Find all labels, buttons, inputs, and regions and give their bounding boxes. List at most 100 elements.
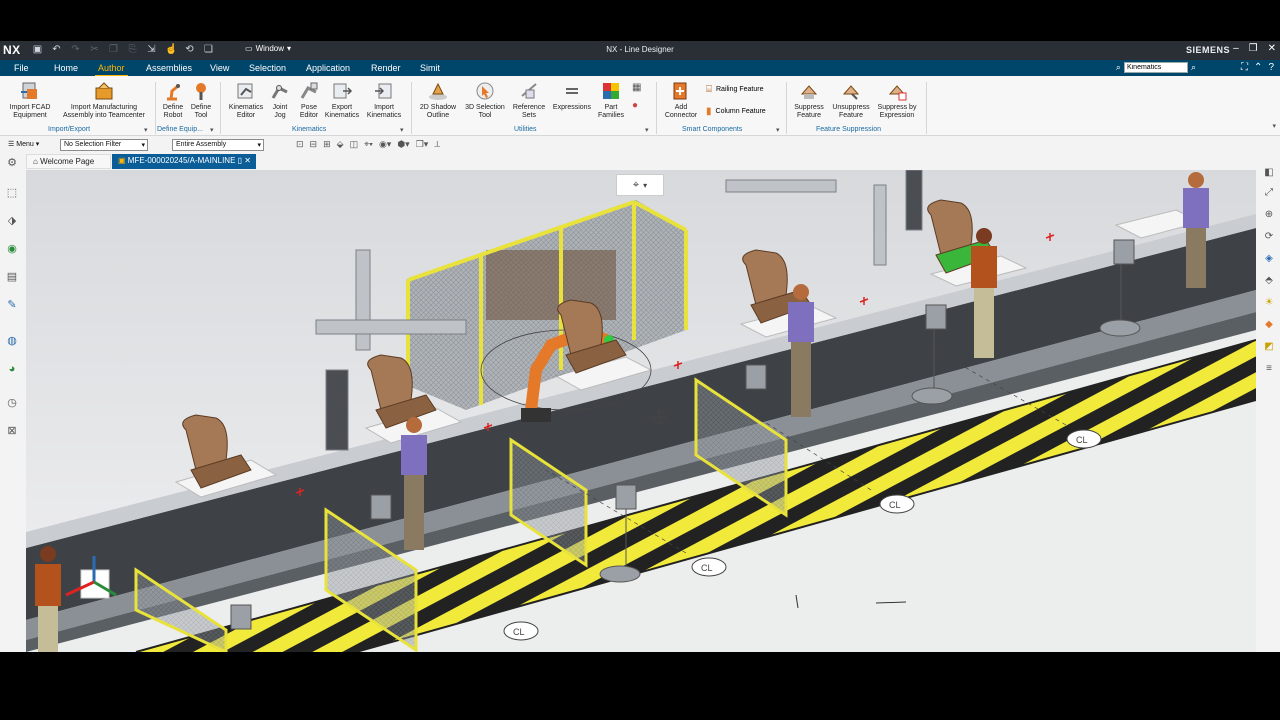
- tab-home[interactable]: Home: [54, 63, 78, 73]
- zoom-icon[interactable]: ⊕: [1262, 209, 1276, 223]
- pose-editor-icon: [300, 82, 318, 99]
- ribbon-separator: [656, 82, 657, 134]
- joint-jog-button[interactable]: Joint Jog: [268, 80, 292, 120]
- face-select-icon[interactable]: ◫: [350, 139, 359, 150]
- expressions-button[interactable]: Expressions: [550, 80, 594, 112]
- define-tool-button[interactable]: Define Tool: [187, 80, 215, 120]
- view-orient-icon[interactable]: ◧: [1262, 167, 1276, 181]
- selection-filter-dropdown[interactable]: No Selection Filter ▾: [60, 139, 148, 151]
- tab-view[interactable]: View: [210, 63, 229, 73]
- unsuppress-feature-button[interactable]: Unsuppress Feature: [829, 80, 873, 120]
- fullscreen-icon[interactable]: ⛶: [1241, 62, 1248, 73]
- unsuppress-icon: [842, 85, 860, 100]
- add-connector-button[interactable]: Add Connector: [660, 80, 702, 120]
- railing-feature-button[interactable]: ⌸ Railing Feature: [706, 84, 763, 95]
- select-all-icon[interactable]: ⊟: [310, 139, 318, 150]
- restore-button[interactable]: ❐: [1249, 43, 1258, 54]
- system-materials-icon[interactable]: ⊠: [5, 424, 19, 438]
- tab-mainline-part[interactable]: ▣ MFE-000020245/A-MAINLINE ▯ ✕: [112, 154, 256, 169]
- suppress-by-expression-button[interactable]: Suppress by Expression: [874, 80, 920, 120]
- ribbon-more-icon[interactable]: ▾: [1272, 122, 1276, 130]
- assembly-navigator-icon[interactable]: ⬚: [5, 186, 19, 200]
- 3d-selection-tool-button[interactable]: 3D Selection Tool: [461, 80, 509, 120]
- rotate-view-icon[interactable]: ⟳: [1262, 231, 1276, 245]
- siemens-logo: SIEMENS: [1185, 45, 1230, 55]
- constraint-navigator-icon[interactable]: ▤: [5, 270, 19, 284]
- command-search-input[interactable]: [1123, 62, 1188, 73]
- pin-icon[interactable]: ▯: [238, 156, 242, 165]
- graphics-window[interactable]: CL CL CL CL ⌖ ▾: [26, 170, 1256, 652]
- body-select-icon[interactable]: ⬙: [337, 139, 344, 150]
- import-fcad-icon: [21, 82, 37, 99]
- robot-icon: [167, 84, 180, 101]
- part-navigator-icon[interactable]: ⬗: [5, 214, 19, 228]
- magnifier-icon[interactable]: ⌕: [1191, 62, 1196, 73]
- chevron-down-icon: ▾: [643, 180, 648, 190]
- material-icon[interactable]: ●: [632, 100, 638, 111]
- define-robot-button[interactable]: Define Robot: [158, 80, 188, 120]
- tab-application[interactable]: Application: [306, 63, 350, 73]
- snap-point-icon[interactable]: ⌖▾: [364, 139, 373, 150]
- crosshair-icon: ⌖: [632, 178, 640, 191]
- selection-toolbar: ☰ Menu ▾ No Selection Filter ▾ Entire Ass…: [0, 137, 1280, 152]
- shading-icon[interactable]: ◉▾: [379, 139, 391, 150]
- tab-assemblies[interactable]: Assemblies: [146, 63, 192, 73]
- measure-icon[interactable]: ⟂: [434, 139, 440, 150]
- gear-icon[interactable]: ⚙: [5, 156, 19, 170]
- clock-icon[interactable]: ◷: [5, 396, 19, 410]
- column-feature-button[interactable]: ▮ Column Feature: [706, 106, 766, 117]
- web-browser-icon[interactable]: ◍: [5, 334, 19, 348]
- 2d-shadow-outline-button[interactable]: 2D Shadow Outline: [416, 80, 460, 120]
- snap-tools: ⊡ ⊟ ⊞ ⬙ ◫ ⌖▾ ◉▾ ⬢▾ ❒▾ ⟂: [296, 139, 440, 150]
- command-search: ⌕ ⌕: [1116, 62, 1196, 73]
- display-mode-icon[interactable]: ⬢▾: [397, 139, 409, 150]
- history-icon[interactable]: ◕: [5, 362, 19, 376]
- export-kinematics-button[interactable]: Export Kinematics: [323, 80, 361, 120]
- material-icon[interactable]: ◆: [1262, 319, 1276, 333]
- group-expander-icon: ▾: [400, 127, 404, 134]
- minimize-button[interactable]: –: [1233, 43, 1239, 54]
- reuse-library-icon[interactable]: ◉: [5, 242, 19, 256]
- menu-button[interactable]: ☰ Menu ▾: [8, 140, 39, 148]
- render-style-icon[interactable]: ◈: [1262, 253, 1276, 267]
- more-tools-icon[interactable]: ≡: [1262, 363, 1276, 377]
- close-button[interactable]: ✕: [1268, 43, 1276, 54]
- reference-sets-button[interactable]: Reference Sets: [510, 80, 548, 120]
- tab-render[interactable]: Render: [371, 63, 401, 73]
- part-families-icon: [603, 83, 619, 99]
- tab-selection[interactable]: Selection: [249, 63, 286, 73]
- layer-icon[interactable]: ❒▾: [416, 139, 429, 150]
- import-fcad-equipment-button[interactable]: Import FCAD Equipment: [8, 80, 52, 120]
- roles-icon[interactable]: ✎: [5, 298, 19, 312]
- column-icon: ▮: [706, 106, 712, 117]
- collapse-ribbon-icon[interactable]: ⌃: [1254, 62, 1262, 73]
- 3d-scene[interactable]: CL CL CL CL: [26, 170, 1256, 652]
- tab-author[interactable]: Author: [95, 63, 128, 77]
- tab-simit[interactable]: Simit: [420, 63, 440, 73]
- lighting-icon[interactable]: ☀: [1262, 297, 1276, 311]
- filter-icon[interactable]: ⊡: [296, 139, 304, 150]
- import-kinematics-button[interactable]: Import Kinematics: [364, 80, 404, 120]
- section-icon[interactable]: ◩: [1262, 341, 1276, 355]
- snap-point-popup[interactable]: ⌖ ▾: [616, 174, 664, 196]
- group-define-equipment: Define Equip...: [157, 126, 203, 133]
- feature-select-icon[interactable]: ⊞: [323, 139, 331, 150]
- tab-file[interactable]: File: [14, 63, 29, 73]
- help-icon[interactable]: ?: [1268, 62, 1274, 73]
- import-manufacturing-assembly-button[interactable]: Import Manufacturing Assembly into Teamce…: [58, 80, 150, 120]
- tab-welcome-page[interactable]: ⌂ Welcome Page: [26, 154, 111, 169]
- ribbon-separator: [155, 82, 156, 134]
- kinematics-editor-button[interactable]: Kinematics Editor: [226, 80, 266, 120]
- orient-icon[interactable]: ⬘: [1262, 275, 1276, 289]
- fit-view-icon[interactable]: ⤢: [1262, 187, 1276, 201]
- pose-editor-button[interactable]: Pose Editor: [295, 80, 323, 120]
- cl-label: CL: [701, 563, 713, 573]
- cl-label: CL: [889, 500, 901, 510]
- suppress-feature-button[interactable]: Suppress Feature: [790, 80, 828, 120]
- chevron-down-icon: ▾: [257, 142, 261, 149]
- close-icon[interactable]: ✕: [244, 156, 251, 165]
- selection-scope-dropdown[interactable]: Entire Assembly ▾: [172, 139, 264, 151]
- ribbon-tab-bar: File Home Author Assemblies View Selecti…: [0, 60, 1280, 77]
- part-families-button[interactable]: Part Families: [595, 80, 627, 120]
- spreadsheet-icon[interactable]: ▦: [632, 82, 641, 93]
